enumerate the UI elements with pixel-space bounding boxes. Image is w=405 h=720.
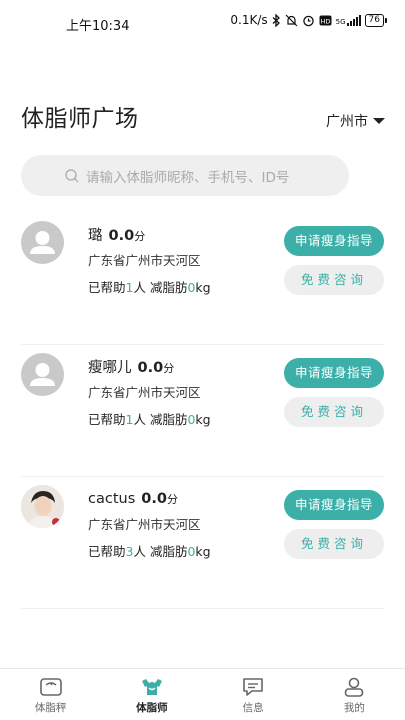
coach-name: 璐 xyxy=(88,228,103,244)
tab-profile[interactable]: 我的 xyxy=(304,669,405,720)
search-icon xyxy=(65,168,79,182)
score-unit: 分 xyxy=(163,362,175,375)
score-unit: 分 xyxy=(134,230,146,243)
status-time: 上午10:34 xyxy=(66,19,130,34)
apply-guidance-button[interactable]: 申请瘦身指导 xyxy=(284,358,384,388)
search-input[interactable]: 请输入体脂师昵称、手机号、ID号 xyxy=(21,155,349,196)
coach-name: cactus xyxy=(88,491,136,507)
coach-stats: 已帮助1人 减脂肪0kg xyxy=(88,412,211,427)
coach-score: 0.0 xyxy=(137,360,164,376)
person-photo-icon xyxy=(21,485,64,528)
coach-region: 广东省广州市天河区 xyxy=(88,517,201,532)
coach-card[interactable]: cactus 0.0分 广东省广州市天河区 已帮助3人 减脂肪0kg 申请瘦身指… xyxy=(21,477,384,609)
avatar[interactable] xyxy=(21,353,64,396)
status-bar: 上午10:34 0.1K/s HD 5G 76 xyxy=(0,0,405,44)
apply-guidance-button[interactable]: 申请瘦身指导 xyxy=(284,226,384,256)
caret-down-icon xyxy=(373,118,385,124)
coach-region: 广东省广州市天河区 xyxy=(88,385,201,400)
coach-icon xyxy=(141,679,162,695)
coach-name-line: 璐 0.0分 xyxy=(88,224,145,245)
status-icons: 0.1K/s HD 5G 76 xyxy=(230,13,387,27)
tab-label: 我的 xyxy=(343,702,365,714)
network-type: 5G xyxy=(336,14,361,26)
coach-card[interactable]: 璐 0.0分 广东省广州市天河区 已帮助1人 减脂肪0kg 申请瘦身指导 免费咨… xyxy=(21,213,384,345)
profile-icon xyxy=(345,677,364,697)
signal-icon xyxy=(346,14,361,26)
free-consult-button[interactable]: 免费咨询 xyxy=(284,265,384,295)
page-title: 体脂师广场 xyxy=(21,106,139,132)
coach-score: 0.0 xyxy=(108,228,135,244)
network-speed: 0.1K/s xyxy=(230,13,268,27)
tab-label: 信息 xyxy=(242,702,264,714)
default-avatar-icon xyxy=(30,363,55,386)
free-consult-button[interactable]: 免费咨询 xyxy=(284,397,384,427)
tab-label: 体脂秤 xyxy=(34,702,67,714)
tab-label: 体脂师 xyxy=(136,702,168,714)
scale-icon xyxy=(39,678,62,696)
svg-text:HD: HD xyxy=(320,17,330,25)
tab-scale[interactable]: 体脂秤 xyxy=(0,669,101,720)
coach-card[interactable]: 瘦哪儿 0.0分 广东省广州市天河区 已帮助1人 减脂肪0kg 申请瘦身指导 免… xyxy=(21,345,384,477)
free-consult-button[interactable]: 免费咨询 xyxy=(284,529,384,559)
mute-icon xyxy=(285,14,298,26)
bottom-tab-bar: 体脂秤 体脂师 信息 我的 xyxy=(0,668,405,720)
coach-name-line: 瘦哪儿 0.0分 xyxy=(88,356,174,377)
apply-guidance-button[interactable]: 申请瘦身指导 xyxy=(284,490,384,520)
tab-coach[interactable]: 体脂师 xyxy=(101,669,202,720)
city-selector[interactable]: 广州市 xyxy=(326,111,385,131)
coach-stats: 已帮助3人 减脂肪0kg xyxy=(88,544,211,559)
hd-icon: HD xyxy=(319,15,332,25)
coach-region: 广东省广州市天河区 xyxy=(88,253,201,268)
coach-name: 瘦哪儿 xyxy=(88,360,132,376)
avatar[interactable] xyxy=(21,485,64,528)
coach-score: 0.0 xyxy=(141,491,167,507)
bluetooth-icon xyxy=(272,13,280,27)
tab-messages[interactable]: 信息 xyxy=(203,669,304,720)
coach-stats: 已帮助1人 减脂肪0kg xyxy=(88,280,211,295)
coach-name-line: cactus 0.0分 xyxy=(88,488,178,507)
avatar[interactable] xyxy=(21,221,64,264)
score-unit: 分 xyxy=(166,493,178,506)
search-placeholder: 请输入体脂师昵称、手机号、ID号 xyxy=(86,169,290,186)
alarm-icon xyxy=(302,15,314,26)
city-label: 广州市 xyxy=(326,114,368,130)
message-icon xyxy=(243,678,263,696)
default-avatar-icon xyxy=(30,231,55,254)
battery-icon: 76 xyxy=(364,13,387,27)
